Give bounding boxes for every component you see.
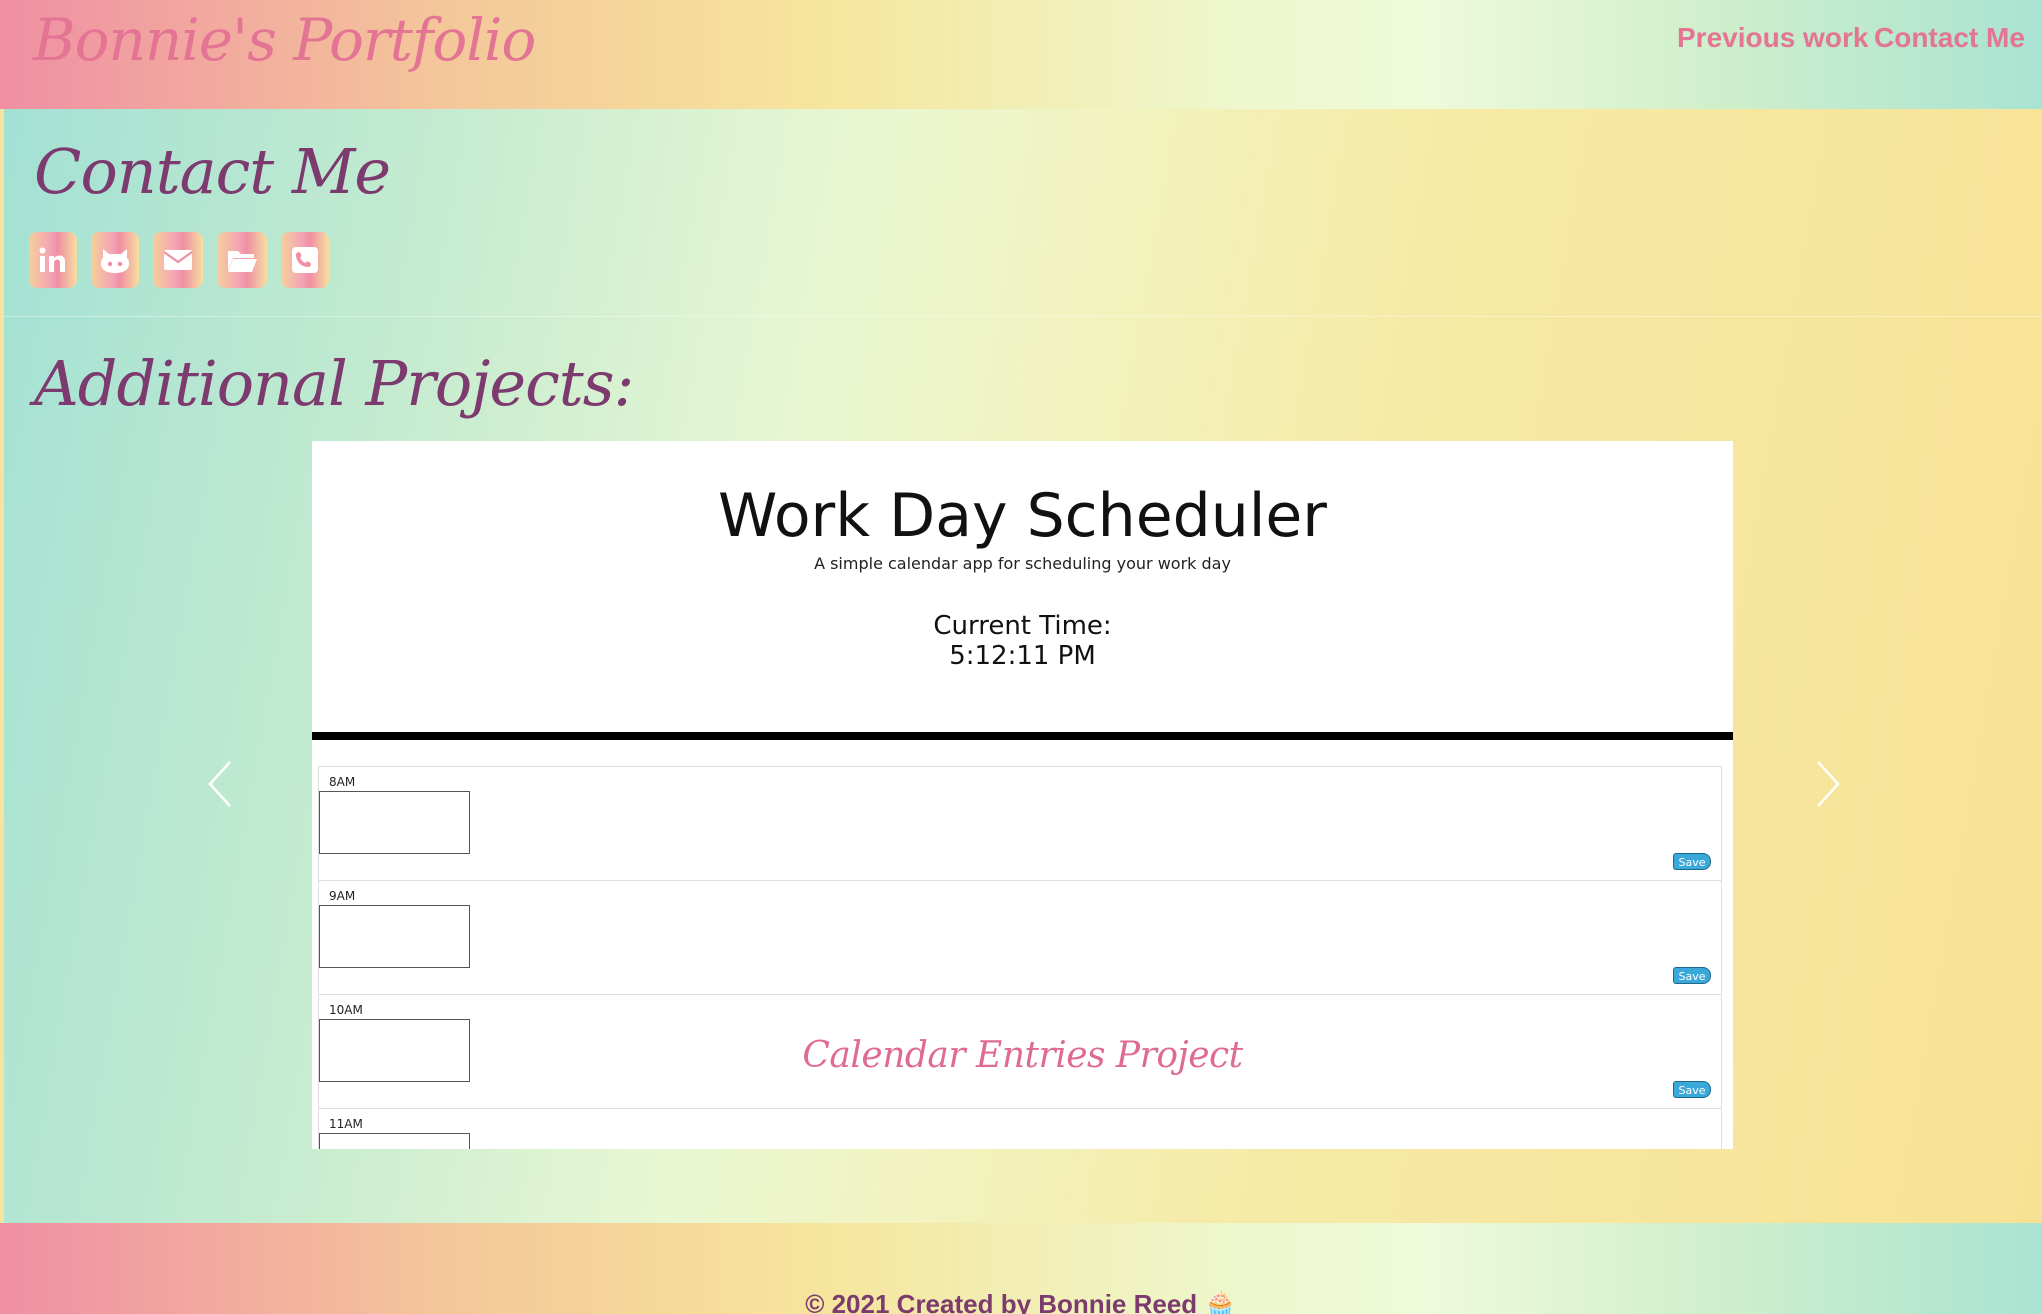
carousel-next-button[interactable] <box>1808 754 1848 814</box>
nav-contact-me[interactable]: Contact Me <box>1874 22 2025 54</box>
carousel-prev-button[interactable] <box>200 754 240 814</box>
scheduler-title: Work Day Scheduler <box>718 481 1327 551</box>
hour-row: 11AM <box>318 1108 1722 1149</box>
hour-entry-box <box>319 905 470 968</box>
main-content: Contact Me Additional Projects: Work Day… <box>4 109 2042 1223</box>
email-icon[interactable] <box>153 232 203 288</box>
nav-previous-work[interactable]: Previous work <box>1677 22 1868 54</box>
save-button: Save <box>1673 853 1711 870</box>
current-time-label: Current Time: <box>933 611 1112 641</box>
slide-caption: Calendar Entries Project <box>802 1035 1243 1076</box>
github-icon[interactable] <box>91 232 139 288</box>
folder-icon[interactable] <box>217 232 267 288</box>
hour-entry-box <box>319 791 470 854</box>
hour-row: 9AM Save <box>318 880 1722 994</box>
chevron-right-icon <box>1817 761 1840 807</box>
phone-icon[interactable] <box>281 232 329 288</box>
scheduler-subtitle: A simple calendar app for scheduling you… <box>814 554 1231 573</box>
hour-rows: 8AM Save 9AM Save 10AM Save 11AM <box>318 766 1722 1149</box>
section-divider <box>4 316 2042 317</box>
contact-icons <box>29 232 329 288</box>
projects-heading: Additional Projects: <box>34 347 634 420</box>
chevron-left-icon <box>208 761 231 807</box>
hour-label: 9AM <box>329 889 356 903</box>
navbar: Bonnie's Portfolio Previous work Contact… <box>0 0 2042 109</box>
footer: © 2021 Created by Bonnie Reed 🧁 <box>0 1223 2042 1314</box>
hour-entry-box <box>319 1133 470 1149</box>
footer-copyright: © 2021 Created by Bonnie Reed 🧁 <box>805 1289 1237 1314</box>
brand-title[interactable]: Bonnie's Portfolio <box>33 6 536 74</box>
linkedin-icon[interactable] <box>29 232 77 288</box>
hour-label: 8AM <box>329 775 356 789</box>
save-button: Save <box>1673 967 1711 984</box>
projects-carousel: Work Day Scheduler A simple calendar app… <box>50 429 1990 1209</box>
contact-heading: Contact Me <box>34 135 391 208</box>
save-button: Save <box>1673 1081 1711 1098</box>
scheduler-divider-bar <box>312 732 1733 740</box>
project-slide[interactable]: Work Day Scheduler A simple calendar app… <box>312 441 1733 1149</box>
hour-row: 8AM Save <box>318 766 1722 880</box>
hour-label: 11AM <box>329 1117 363 1131</box>
current-time-value: 5:12:11 PM <box>949 641 1096 671</box>
hour-label: 10AM <box>329 1003 363 1017</box>
